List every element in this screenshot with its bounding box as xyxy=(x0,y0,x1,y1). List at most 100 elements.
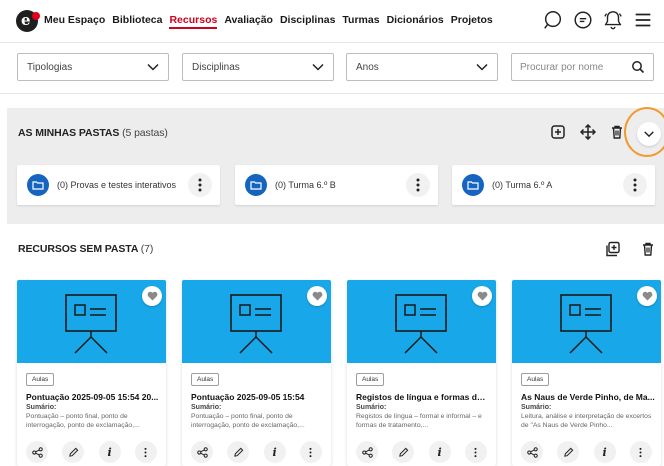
edit-button[interactable] xyxy=(62,441,85,463)
nav-item-recursos[interactable]: Recursos xyxy=(169,14,218,29)
filter-bar: Tipologias Disciplinas Anos xyxy=(0,42,664,94)
notifications-icon[interactable] xyxy=(602,9,624,31)
type-tag: Aulas xyxy=(191,373,220,386)
presentation-board-icon xyxy=(230,294,282,354)
search-icon[interactable] xyxy=(631,60,645,74)
info-icon: i xyxy=(602,445,607,459)
resource-card[interactable]: Aulas As Naus de Verde Pinho, de Ma... S… xyxy=(512,280,661,466)
resource-title[interactable]: Pontuação 2025-09-05 15:54 20... xyxy=(26,392,160,402)
info-button[interactable]: i xyxy=(428,441,451,463)
edit-button[interactable] xyxy=(227,441,250,463)
nav-item-projetos[interactable]: Projetos xyxy=(451,14,493,29)
share-icon xyxy=(526,446,538,458)
presentation-board-icon xyxy=(65,294,117,354)
move-to-folder-button[interactable] xyxy=(602,238,624,260)
resource-card[interactable]: Aulas Pontuação 2025-09-05 15:54 20... S… xyxy=(17,280,166,466)
resource-title[interactable]: As Naus de Verde Pinho, de Ma... xyxy=(521,392,655,402)
search-icon[interactable] xyxy=(542,9,564,31)
share-button[interactable] xyxy=(356,441,379,463)
share-button[interactable] xyxy=(191,441,214,463)
tipologias-select[interactable]: Tipologias xyxy=(17,53,169,81)
search-box xyxy=(511,53,654,81)
more-vertical-icon xyxy=(144,447,147,457)
folder-icon xyxy=(462,174,484,196)
folder-options-button[interactable] xyxy=(623,173,647,197)
resource-card[interactable]: Aulas Pontuação 2025-09-05 15:54 Sumário… xyxy=(182,280,331,466)
more-options-button[interactable] xyxy=(134,441,157,463)
folder-card[interactable]: (0) Provas e testes interativos xyxy=(17,165,220,205)
nav-item-disciplinas[interactable]: Disciplinas xyxy=(280,14,335,29)
collapse-folders-button[interactable] xyxy=(637,122,661,146)
edit-button[interactable] xyxy=(557,441,580,463)
resource-summary-label: Sumário: xyxy=(356,404,387,411)
move-button[interactable] xyxy=(577,121,599,143)
nav-item-turmas[interactable]: Turmas xyxy=(342,14,379,29)
add-folder-button[interactable] xyxy=(547,121,569,143)
more-vertical-icon xyxy=(198,178,202,192)
folder-card[interactable]: (0) Turma 6.º B xyxy=(235,165,438,205)
resource-summary: Pontuação – ponto final, ponto de interr… xyxy=(26,413,140,429)
heart-icon xyxy=(642,291,652,301)
resource-title[interactable]: Pontuação 2025-09-05 15:54 xyxy=(191,392,325,402)
type-tag: Aulas xyxy=(521,373,550,386)
resource-card[interactable]: Aulas Registos de língua e formas de ...… xyxy=(347,280,496,466)
main-nav: Meu Espaço Biblioteca Recursos Avaliação… xyxy=(44,14,493,29)
info-icon: i xyxy=(437,445,442,459)
nav-item-avaliacao[interactable]: Avaliação xyxy=(224,14,273,29)
search-input[interactable] xyxy=(520,61,625,73)
menu-icon[interactable] xyxy=(632,9,654,31)
more-vertical-icon xyxy=(309,447,312,457)
favorite-button[interactable] xyxy=(307,286,327,306)
chat-icon[interactable] xyxy=(572,9,594,31)
nav-item-biblioteca[interactable]: Biblioteca xyxy=(112,14,162,29)
pencil-icon xyxy=(399,447,409,457)
more-vertical-icon xyxy=(416,178,420,192)
favorite-button[interactable] xyxy=(472,286,492,306)
folder-options-button[interactable] xyxy=(188,173,212,197)
resource-title[interactable]: Registos de língua e formas de ... xyxy=(356,392,490,402)
delete-resources-button[interactable] xyxy=(637,238,659,260)
favorite-button[interactable] xyxy=(637,286,657,306)
favorite-button[interactable] xyxy=(142,286,162,306)
resource-summary-label: Sumário: xyxy=(521,404,552,411)
info-icon: i xyxy=(107,445,112,459)
more-options-button[interactable] xyxy=(464,441,487,463)
folder-options-button[interactable] xyxy=(406,173,430,197)
folder-card[interactable]: (0) Turma 6.º A xyxy=(452,165,655,205)
info-button[interactable]: i xyxy=(263,441,286,463)
nav-item-dicionarios[interactable]: Dicionários xyxy=(387,14,444,29)
share-button[interactable] xyxy=(521,441,544,463)
info-button[interactable]: i xyxy=(98,441,121,463)
resource-summary: Registos de língua – formal e informal –… xyxy=(356,413,482,429)
more-vertical-icon xyxy=(633,178,637,192)
share-icon xyxy=(31,446,43,458)
more-vertical-icon xyxy=(474,447,477,457)
chevron-down-icon xyxy=(147,63,159,71)
resource-actions: i xyxy=(347,440,496,464)
add-box-icon xyxy=(551,125,565,139)
disciplinas-select[interactable]: Disciplinas xyxy=(182,53,334,81)
heart-icon xyxy=(147,291,157,301)
delete-folders-button[interactable] xyxy=(606,121,628,143)
anos-select[interactable]: Anos xyxy=(346,53,498,81)
edit-button[interactable] xyxy=(392,441,415,463)
pencil-icon xyxy=(234,447,244,457)
share-icon xyxy=(361,446,373,458)
resource-summary: Leitura, análise e interpretação de exce… xyxy=(521,413,652,429)
nav-item-meu-espaco[interactable]: Meu Espaço xyxy=(44,14,105,29)
move-icon xyxy=(580,124,596,140)
folder-icon xyxy=(245,174,267,196)
chevron-down-icon xyxy=(476,63,488,71)
more-options-button[interactable] xyxy=(629,441,652,463)
chevron-down-icon xyxy=(312,63,324,71)
brand-logo[interactable]: e xyxy=(16,10,40,32)
info-button[interactable]: i xyxy=(593,441,616,463)
trash-icon xyxy=(643,242,653,256)
info-icon: i xyxy=(272,445,277,459)
more-vertical-icon xyxy=(639,447,642,457)
type-tag: Aulas xyxy=(26,373,55,386)
top-nav: e Meu Espaço Biblioteca Recursos Avaliaç… xyxy=(0,0,664,42)
resource-summary-label: Sumário: xyxy=(26,404,57,411)
share-button[interactable] xyxy=(26,441,49,463)
more-options-button[interactable] xyxy=(299,441,322,463)
